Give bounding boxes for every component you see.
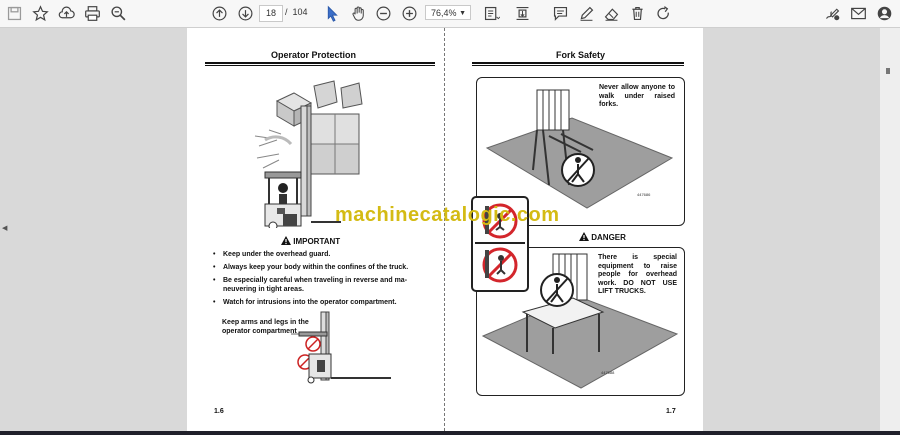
- scroll-icon[interactable]: [512, 3, 532, 23]
- toolbar: 18 / 104 76,4% ▼: [0, 0, 900, 28]
- important-label: IMPORTANT: [293, 237, 341, 246]
- save-icon[interactable]: [4, 3, 24, 23]
- danger-label: DANGER: [591, 233, 626, 242]
- chevron-down-icon: ▼: [459, 10, 466, 17]
- zoom-select[interactable]: 76,4% ▼: [425, 5, 471, 20]
- danger-heading: DANGER: [579, 232, 626, 242]
- scrollbar-thumb[interactable]: [886, 68, 890, 74]
- page-fit-icon[interactable]: [481, 3, 501, 23]
- warning-triangle-icon: [579, 232, 589, 241]
- document-spread: Operator Protection IMPORTANT • Keep unde…: [187, 28, 703, 431]
- important-heading: IMPORTANT: [281, 236, 340, 246]
- page-total: / 104: [285, 7, 308, 17]
- bullet-item: • Keep under the overhead guard.: [213, 250, 417, 259]
- svg-text:447686: 447686: [637, 192, 651, 197]
- print-icon[interactable]: [82, 3, 102, 23]
- zoom-in-icon[interactable]: [399, 3, 419, 23]
- trash-icon[interactable]: [627, 3, 647, 23]
- bullet-item: • Watch for intrusions into the operator …: [213, 298, 417, 307]
- box2-text: There is special equipment to raise peop…: [598, 254, 677, 295]
- warning-triangle-icon: [281, 236, 291, 245]
- page-separator: /: [285, 7, 288, 17]
- right-page-header: Fork Safety: [556, 50, 606, 60]
- left-page-number: 1.6: [214, 408, 224, 415]
- upload-icon[interactable]: [56, 3, 76, 23]
- bullet-text: Be especially careful when traveling in …: [223, 277, 408, 293]
- bullet-text: Watch for intrusions into the operator c…: [223, 299, 397, 306]
- rotate-icon[interactable]: [653, 3, 673, 23]
- bullet-text: Always keep your body within the confine…: [223, 264, 409, 271]
- prev-page-arrow-icon[interactable]: ◀: [2, 224, 7, 232]
- page-number-input[interactable]: 18: [259, 5, 283, 22]
- page-total-count: 104: [292, 7, 308, 17]
- mail-icon[interactable]: [848, 3, 868, 23]
- hand-icon[interactable]: [348, 3, 368, 23]
- select-arrow-icon[interactable]: [322, 3, 342, 23]
- page-divider: [444, 28, 445, 431]
- header-rule: [472, 62, 684, 64]
- zoom-value: 76,4%: [431, 8, 457, 18]
- taskbar-strip: [0, 431, 900, 435]
- page-down-icon[interactable]: [235, 3, 255, 23]
- pen-icon[interactable]: [576, 3, 596, 23]
- right-page-number: 1.7: [666, 408, 676, 415]
- vertical-scrollbar[interactable]: [880, 28, 900, 432]
- header-rule: [205, 62, 435, 64]
- zoom-out-icon[interactable]: [373, 3, 393, 23]
- sign-icon[interactable]: [822, 3, 842, 23]
- page-up-icon[interactable]: [209, 3, 229, 23]
- left-page-header: Operator Protection: [271, 50, 357, 60]
- header-rule-thin: [472, 65, 684, 66]
- account-icon[interactable]: [874, 3, 894, 23]
- eraser-icon[interactable]: [601, 3, 621, 23]
- compartment-illustration: [291, 311, 391, 384]
- bullet-item: • Always keep your body within the confin…: [213, 263, 417, 272]
- comment-icon[interactable]: [550, 3, 570, 23]
- bookmark-icon[interactable]: [30, 3, 50, 23]
- header-rule-thin: [205, 65, 435, 66]
- bullet-text: Keep under the overhead guard.: [223, 251, 331, 258]
- watermark: machinecatalogic.com: [335, 204, 560, 226]
- svg-text:447688: 447688: [601, 370, 615, 375]
- zoom-search-icon[interactable]: [108, 3, 128, 23]
- box1-text: Never allow anyone to walk under raised …: [599, 84, 675, 108]
- bullet-item: • Be especially careful when traveling in…: [213, 276, 413, 294]
